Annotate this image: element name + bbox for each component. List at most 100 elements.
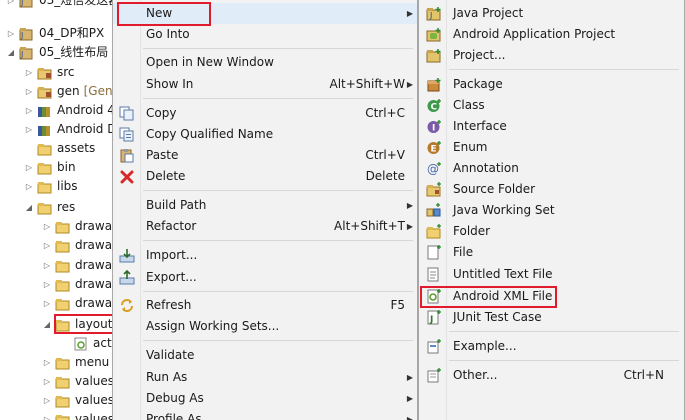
menu-item-run-as[interactable]: Run As ▶ [113, 367, 417, 388]
collapse-arrow-icon[interactable]: ◢ [6, 43, 16, 62]
tree-item-project-04[interactable]: ▷ J 04_DP和PX [6, 24, 104, 43]
menu-item-label: Run As [146, 370, 188, 384]
expand-arrow-icon[interactable]: ▷ [42, 217, 52, 236]
submenu-item-folder[interactable]: Folder [419, 221, 684, 242]
folder-icon [55, 220, 71, 234]
layout-selection-highlight [54, 314, 116, 334]
menu-item-show-in[interactable]: Show In Alt+Shift+W ▶ [113, 74, 417, 95]
tree-item-menu[interactable]: ▷ menu [42, 353, 109, 372]
tree-item-drawable-4[interactable]: ▷ drawa [42, 275, 112, 294]
expand-arrow-icon[interactable]: ▷ [42, 256, 52, 275]
menu-item-copy-qualified-name[interactable]: Copy Qualified Name [113, 124, 417, 145]
tree-item-src[interactable]: ▷ src [24, 63, 75, 82]
collapse-arrow-icon[interactable]: ◢ [42, 315, 52, 334]
menu-item-import[interactable]: Import... [113, 245, 417, 266]
tree-item-values-3[interactable]: ▷ values [42, 410, 114, 420]
submenu-item-example[interactable]: Example... [419, 336, 684, 357]
menu-item-open-in-new-window[interactable]: Open in New Window [113, 52, 417, 73]
folder-icon [37, 161, 53, 175]
collapse-arrow-icon[interactable]: ◢ [24, 198, 34, 217]
expand-arrow-icon[interactable]: ▷ [24, 101, 34, 120]
tree-item-gen[interactable]: ▷ gen [Gene [24, 82, 118, 101]
tree-item-label: res [57, 200, 76, 214]
tree-item-activity-xml[interactable]: act [60, 334, 112, 353]
menu-item-paste[interactable]: Paste Ctrl+V [113, 145, 417, 166]
menu-item-delete[interactable]: Delete Delete [113, 166, 417, 187]
tree-item-label: Android 4 [57, 103, 115, 117]
expand-arrow-icon[interactable]: ▷ [24, 177, 34, 196]
tree-item-res[interactable]: ◢ res [24, 198, 75, 217]
tree-item-values-2[interactable]: ▷ values [42, 391, 114, 410]
submenu-item-class[interactable]: C Class [419, 95, 684, 116]
submenu-item-package[interactable]: Package [419, 74, 684, 95]
menu-item-validate[interactable]: Validate [113, 345, 417, 366]
tree-item-project-05[interactable]: ◢ J 05_线性布局 [6, 43, 108, 62]
menu-item-go-into[interactable]: Go Into [113, 24, 417, 45]
expand-arrow-icon[interactable]: ▷ [42, 294, 52, 313]
menu-item-profile-as[interactable]: Profile As ▶ [113, 409, 417, 420]
expand-arrow-icon[interactable]: ▷ [24, 158, 34, 177]
tree-item-drawable-3[interactable]: ▷ drawa [42, 256, 112, 275]
menu-item-export[interactable]: Export... [113, 267, 417, 288]
submenu-item-enum[interactable]: E Enum [419, 137, 684, 158]
expand-arrow-icon[interactable]: ▷ [42, 236, 52, 255]
menu-item-label: Assign Working Sets... [146, 319, 280, 333]
tree-item-label: assets [57, 141, 96, 155]
submenu-item-java-working-set[interactable]: Java Working Set [419, 200, 684, 221]
expand-arrow-icon[interactable]: ▷ [6, 0, 16, 10]
tree-item-label: 03_短信发送器 [39, 0, 118, 7]
submenu-item-java-project[interactable]: J Java Project [419, 3, 684, 24]
folder-icon [55, 375, 71, 389]
menu-item-build-path[interactable]: Build Path ▶ [113, 195, 417, 216]
submenu-item-interface[interactable]: I Interface [419, 116, 684, 137]
submenu-item-source-folder[interactable]: Source Folder [419, 179, 684, 200]
expand-arrow-icon[interactable]: ▷ [42, 275, 52, 294]
expand-arrow-icon[interactable]: ▷ [6, 24, 16, 43]
menu-item-refactor[interactable]: Refactor Alt+Shift+T ▶ [113, 216, 417, 237]
tree-item-android-lib-2[interactable]: ▷ Android D [24, 120, 117, 139]
menu-item-refresh[interactable]: Refresh F5 [113, 295, 417, 316]
submenu-item-junit-test-case[interactable]: J JUnit Test Case [419, 307, 684, 328]
submenu-item-label: Other... [453, 368, 498, 382]
import-icon [119, 248, 135, 263]
expand-arrow-icon[interactable]: ▷ [42, 391, 52, 410]
tree-item-libs[interactable]: ▷ libs [24, 177, 78, 196]
submenu-item-other[interactable]: Other... Ctrl+N [419, 365, 684, 386]
svg-text:C: C [431, 103, 438, 113]
tree-item-assets[interactable]: assets [24, 139, 95, 158]
submenu-arrow-icon: ▶ [406, 222, 413, 231]
submenu-item-label: Enum [453, 140, 488, 154]
expand-arrow-icon[interactable]: ▷ [42, 353, 52, 372]
folder-icon [55, 297, 71, 311]
submenu-item-untitled-text-file[interactable]: Untitled Text File [419, 264, 684, 285]
tree-item-bin[interactable]: ▷ bin [24, 158, 76, 177]
submenu-item-project[interactable]: Project... [419, 45, 684, 66]
menu-item-assign-working-sets[interactable]: Assign Working Sets... [113, 316, 417, 337]
expand-arrow-icon[interactable]: ▷ [42, 372, 52, 391]
project-icon: J [19, 27, 35, 41]
library-icon [37, 104, 53, 118]
submenu-item-annotation[interactable]: @ Annotation [419, 158, 684, 179]
submenu-item-file[interactable]: File [419, 242, 684, 263]
expand-arrow-icon[interactable]: ▷ [24, 82, 34, 101]
expand-arrow-icon[interactable]: ▷ [24, 63, 34, 82]
tree-item-values-1[interactable]: ▷ values [42, 372, 114, 391]
tree-item-drawable-5[interactable]: ▷ drawa [42, 294, 112, 313]
tree-item-drawable-2[interactable]: ▷ drawa [42, 236, 112, 255]
folder-icon [55, 413, 71, 420]
menu-item-copy[interactable]: Copy Ctrl+C [113, 103, 417, 124]
expand-arrow-icon[interactable]: ▷ [42, 410, 52, 420]
tree-item-label: bin [57, 160, 76, 174]
submenu-item-android-application-project[interactable]: Android Application Project [419, 24, 684, 45]
expand-arrow-icon[interactable]: ▷ [24, 120, 34, 139]
project-icon: J [19, 0, 35, 8]
menu-item-label: Debug As [146, 391, 204, 405]
tree-item-project-03[interactable]: ▷ J 03_短信发送器 [6, 0, 118, 10]
menu-item-debug-as[interactable]: Debug As ▶ [113, 388, 417, 409]
tree-item-drawable-1[interactable]: ▷ drawa [42, 217, 112, 236]
submenu-arrow-icon: ▶ [406, 201, 413, 210]
menu-item-accelerator: Ctrl+V [365, 148, 405, 162]
svg-text:J: J [429, 11, 432, 20]
tree-item-android-lib-1[interactable]: ▷ Android 4 [24, 101, 115, 120]
menu-item-accelerator: Alt+Shift+T [334, 219, 405, 233]
